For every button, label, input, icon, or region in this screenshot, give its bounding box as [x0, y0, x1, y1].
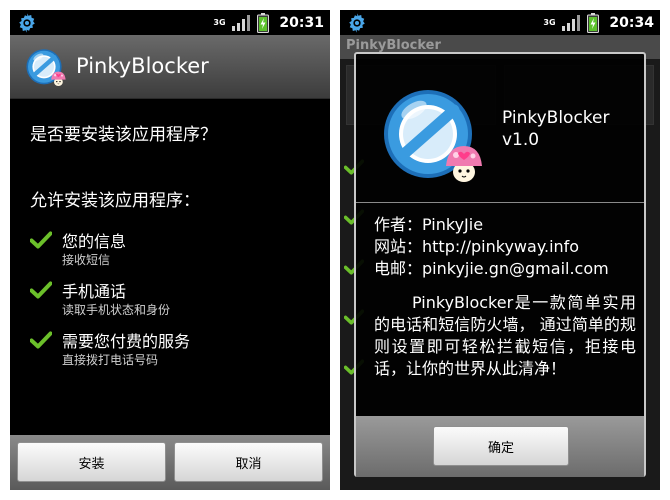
clock: 20:34: [609, 15, 654, 31]
app-logo-icon: [378, 82, 488, 192]
install-question: 是否要安装该应用程序？: [30, 125, 217, 145]
network-type: 3G: [213, 18, 226, 27]
dialog-version: v1.0: [502, 130, 540, 150]
permission-title: 需要您付费的服务: [62, 332, 191, 351]
app-logo-icon: [24, 46, 68, 90]
app-header: PinkyBlocker: [10, 35, 330, 99]
clock: 20:31: [279, 15, 324, 31]
email-line: 电邮：pinkyjie.gn@gmail.com: [374, 259, 609, 278]
status-bar: 3G 20:31: [10, 10, 330, 35]
signal-icon: [561, 15, 581, 31]
dialog-description: PinkyBlocker是一款简单实用的电话和短信防火墙， 通过简单的规则设置即…: [374, 293, 636, 378]
check-icon: [30, 331, 52, 349]
app-title: PinkyBlocker: [76, 54, 209, 78]
check-icon: [30, 281, 52, 299]
divider: [356, 202, 644, 203]
permission-detail: 接收短信: [62, 253, 111, 267]
cancel-button[interactable]: 取消: [174, 442, 323, 482]
about-dialog: PinkyBlocker v1.0 作者：PinkyJie 网站：http://…: [354, 52, 646, 477]
ok-button[interactable]: 确定: [433, 426, 569, 466]
dialog-contact-info: 作者：PinkyJie 网站：http://pinkyway.info 电邮：p…: [374, 214, 609, 280]
permission-title: 手机通话: [62, 282, 127, 301]
gear-icon[interactable]: [16, 12, 38, 34]
gear-icon[interactable]: [346, 12, 368, 34]
dialog-app-name: PinkyBlocker: [502, 108, 610, 128]
permission-item: 手机通话 读取手机状态和身份: [30, 278, 320, 328]
status-bar: 3G 20:34: [340, 10, 660, 35]
permission-detail: 读取手机状态和身份: [62, 303, 171, 317]
permission-detail: 直接拨打电话号码: [62, 353, 159, 367]
website-line: 网站：http://pinkyway.info: [374, 237, 580, 256]
permission-title: 您的信息: [62, 232, 127, 251]
battery-icon: [587, 13, 599, 33]
signal-icon: [231, 15, 251, 31]
permission-item: 您的信息 接收短信: [30, 228, 320, 278]
author-line: 作者：PinkyJie: [374, 215, 484, 234]
permission-list: 您的信息 接收短信 手机通话 读取手机状态和身份 需要您付费的服务 直接拨打电话…: [30, 228, 320, 378]
check-icon: [30, 231, 52, 249]
install-button[interactable]: 安装: [17, 442, 166, 482]
permissions-heading: 允许安装该应用程序：: [30, 191, 200, 211]
about-screen: 3G 20:34 PinkyBlocker PinkyBlocker v1.0 …: [340, 10, 660, 490]
battery-icon: [257, 13, 269, 33]
permission-item: 需要您付费的服务 直接拨打电话号码: [30, 328, 320, 378]
network-type: 3G: [543, 18, 556, 27]
button-bar: 安装 取消: [10, 435, 330, 490]
dialog-button-bar: 确定: [356, 416, 644, 477]
install-screen: 3G 20:31 PinkyBlocker 是否要安装该应用程序？ 允许安装该应…: [10, 10, 330, 490]
